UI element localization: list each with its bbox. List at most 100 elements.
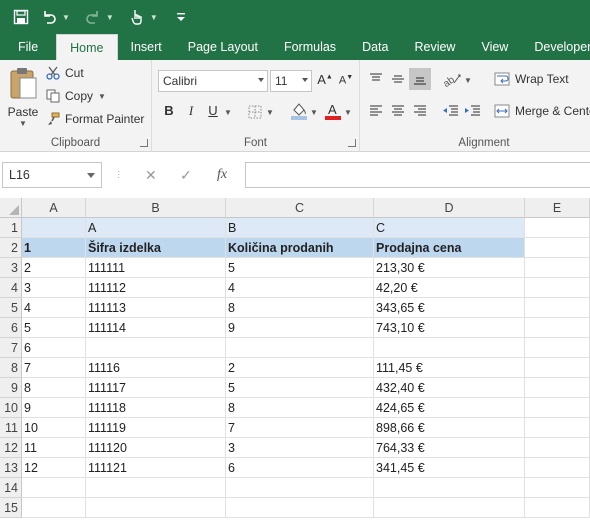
cut-button[interactable]: Cut xyxy=(46,66,84,80)
cell-b15[interactable] xyxy=(86,498,226,518)
cell-d8[interactable]: 111,45 € xyxy=(374,358,525,378)
underline-dropdown-icon[interactable]: ▼ xyxy=(224,108,232,117)
row-header[interactable]: 8 xyxy=(0,358,22,378)
cell-d11[interactable]: 898,66 € xyxy=(374,418,525,438)
underline-button[interactable]: U xyxy=(204,103,222,118)
tab-review[interactable]: Review xyxy=(401,34,468,60)
enter-icon[interactable]: ✓ xyxy=(180,167,192,184)
cell-c1[interactable]: B xyxy=(226,218,374,238)
format-painter-button[interactable]: Format Painter xyxy=(46,112,144,126)
cell-d14[interactable] xyxy=(374,478,525,498)
cell-b13[interactable]: 111121 xyxy=(86,458,226,478)
cell-e2[interactable] xyxy=(525,238,590,258)
row-header[interactable]: 15 xyxy=(0,498,22,518)
row-header[interactable]: 1 xyxy=(0,218,22,238)
row-header[interactable]: 9 xyxy=(0,378,22,398)
row-header[interactable]: 11 xyxy=(0,418,22,438)
cell-c11[interactable]: 7 xyxy=(226,418,374,438)
tab-developer[interactable]: Developer xyxy=(521,34,590,60)
insert-function-icon[interactable]: fx xyxy=(217,167,227,183)
merge-center-button[interactable]: Merge & Center xyxy=(494,104,590,118)
cell-a6[interactable]: 5 xyxy=(22,318,86,338)
align-right-icon[interactable] xyxy=(412,104,428,121)
borders-icon[interactable] xyxy=(248,105,262,122)
cell-c10[interactable]: 8 xyxy=(226,398,374,418)
cell-b3[interactable]: 111111 xyxy=(86,258,226,278)
cell-e3[interactable] xyxy=(525,258,590,278)
cell-c15[interactable] xyxy=(226,498,374,518)
decrease-indent-icon[interactable] xyxy=(442,104,460,121)
cell-a12[interactable]: 11 xyxy=(22,438,86,458)
cell-e11[interactable] xyxy=(525,418,590,438)
cell-e7[interactable] xyxy=(525,338,590,358)
name-box[interactable]: L16 xyxy=(2,162,102,188)
row-header[interactable]: 10 xyxy=(0,398,22,418)
name-box-dropdown-icon[interactable] xyxy=(87,173,95,178)
column-header-e[interactable]: E xyxy=(525,198,590,218)
increase-font-size-icon[interactable]: A▲ xyxy=(316,72,334,87)
touch-dropdown-icon[interactable]: ▼ xyxy=(150,13,158,22)
row-header[interactable]: 4 xyxy=(0,278,22,298)
formula-input[interactable] xyxy=(245,162,590,188)
cell-e10[interactable] xyxy=(525,398,590,418)
borders-dropdown-icon[interactable]: ▼ xyxy=(266,108,274,117)
cell-e12[interactable] xyxy=(525,438,590,458)
cell-d3[interactable]: 213,30 € xyxy=(374,258,525,278)
redo-dropdown-icon[interactable]: ▼ xyxy=(106,13,114,22)
cell-d7[interactable] xyxy=(374,338,525,358)
cancel-icon[interactable]: ✕ xyxy=(145,167,157,184)
cell-e5[interactable] xyxy=(525,298,590,318)
cell-d4[interactable]: 42,20 € xyxy=(374,278,525,298)
cell-a11[interactable]: 10 xyxy=(22,418,86,438)
increase-indent-icon[interactable] xyxy=(464,104,482,121)
cell-b10[interactable]: 111118 xyxy=(86,398,226,418)
font-name-combo[interactable]: Calibri xyxy=(158,70,268,92)
cell-c2[interactable]: Količina prodanih xyxy=(226,238,374,258)
cell-c14[interactable] xyxy=(226,478,374,498)
align-left-icon[interactable] xyxy=(368,104,384,121)
cell-d12[interactable]: 764,33 € xyxy=(374,438,525,458)
align-center-icon[interactable] xyxy=(390,104,406,121)
tab-file[interactable]: File xyxy=(0,34,57,60)
save-icon[interactable] xyxy=(10,6,32,28)
cell-e8[interactable] xyxy=(525,358,590,378)
cell-c3[interactable]: 5 xyxy=(226,258,374,278)
clipboard-launcher-icon[interactable] xyxy=(140,139,148,147)
cell-a2[interactable]: 1 xyxy=(22,238,86,258)
redo-icon[interactable] xyxy=(82,6,104,28)
cell-a10[interactable]: 9 xyxy=(22,398,86,418)
cell-e13[interactable] xyxy=(525,458,590,478)
font-size-combo[interactable]: 11 xyxy=(270,70,312,92)
fill-color-icon[interactable] xyxy=(290,101,308,124)
top-align-icon[interactable] xyxy=(368,72,384,89)
tab-formulas[interactable]: Formulas xyxy=(271,34,349,60)
undo-dropdown-icon[interactable]: ▼ xyxy=(62,13,70,22)
cell-b2[interactable]: Šifra izdelka xyxy=(86,238,226,258)
fill-color-dropdown-icon[interactable]: ▼ xyxy=(310,108,318,117)
cell-a5[interactable]: 4 xyxy=(22,298,86,318)
cell-d1[interactable]: C xyxy=(374,218,525,238)
cell-c7[interactable] xyxy=(226,338,374,358)
cell-c13[interactable]: 6 xyxy=(226,458,374,478)
undo-icon[interactable] xyxy=(38,6,60,28)
column-header-d[interactable]: D xyxy=(374,198,525,218)
cell-c5[interactable]: 8 xyxy=(226,298,374,318)
cell-b14[interactable] xyxy=(86,478,226,498)
tab-insert[interactable]: Insert xyxy=(118,34,175,60)
column-header-a[interactable]: A xyxy=(22,198,86,218)
cell-b8[interactable]: 11116 xyxy=(86,358,226,378)
tab-view[interactable]: View xyxy=(468,34,521,60)
font-launcher-icon[interactable] xyxy=(348,139,356,147)
cell-a13[interactable]: 12 xyxy=(22,458,86,478)
cell-a9[interactable]: 8 xyxy=(22,378,86,398)
cell-a8[interactable]: 7 xyxy=(22,358,86,378)
customize-icon[interactable] xyxy=(170,6,192,28)
copy-dropdown-icon[interactable]: ▼ xyxy=(98,92,106,101)
cell-d6[interactable]: 743,10 € xyxy=(374,318,525,338)
row-header[interactable]: 13 xyxy=(0,458,22,478)
row-header[interactable]: 12 xyxy=(0,438,22,458)
worksheet-grid[interactable]: A B C D E 1 A B C 2 1 Šifra izdelka Količina pr… xyxy=(0,198,590,520)
cell-a14[interactable] xyxy=(22,478,86,498)
bold-button[interactable]: B xyxy=(160,103,178,118)
cell-c9[interactable]: 5 xyxy=(226,378,374,398)
